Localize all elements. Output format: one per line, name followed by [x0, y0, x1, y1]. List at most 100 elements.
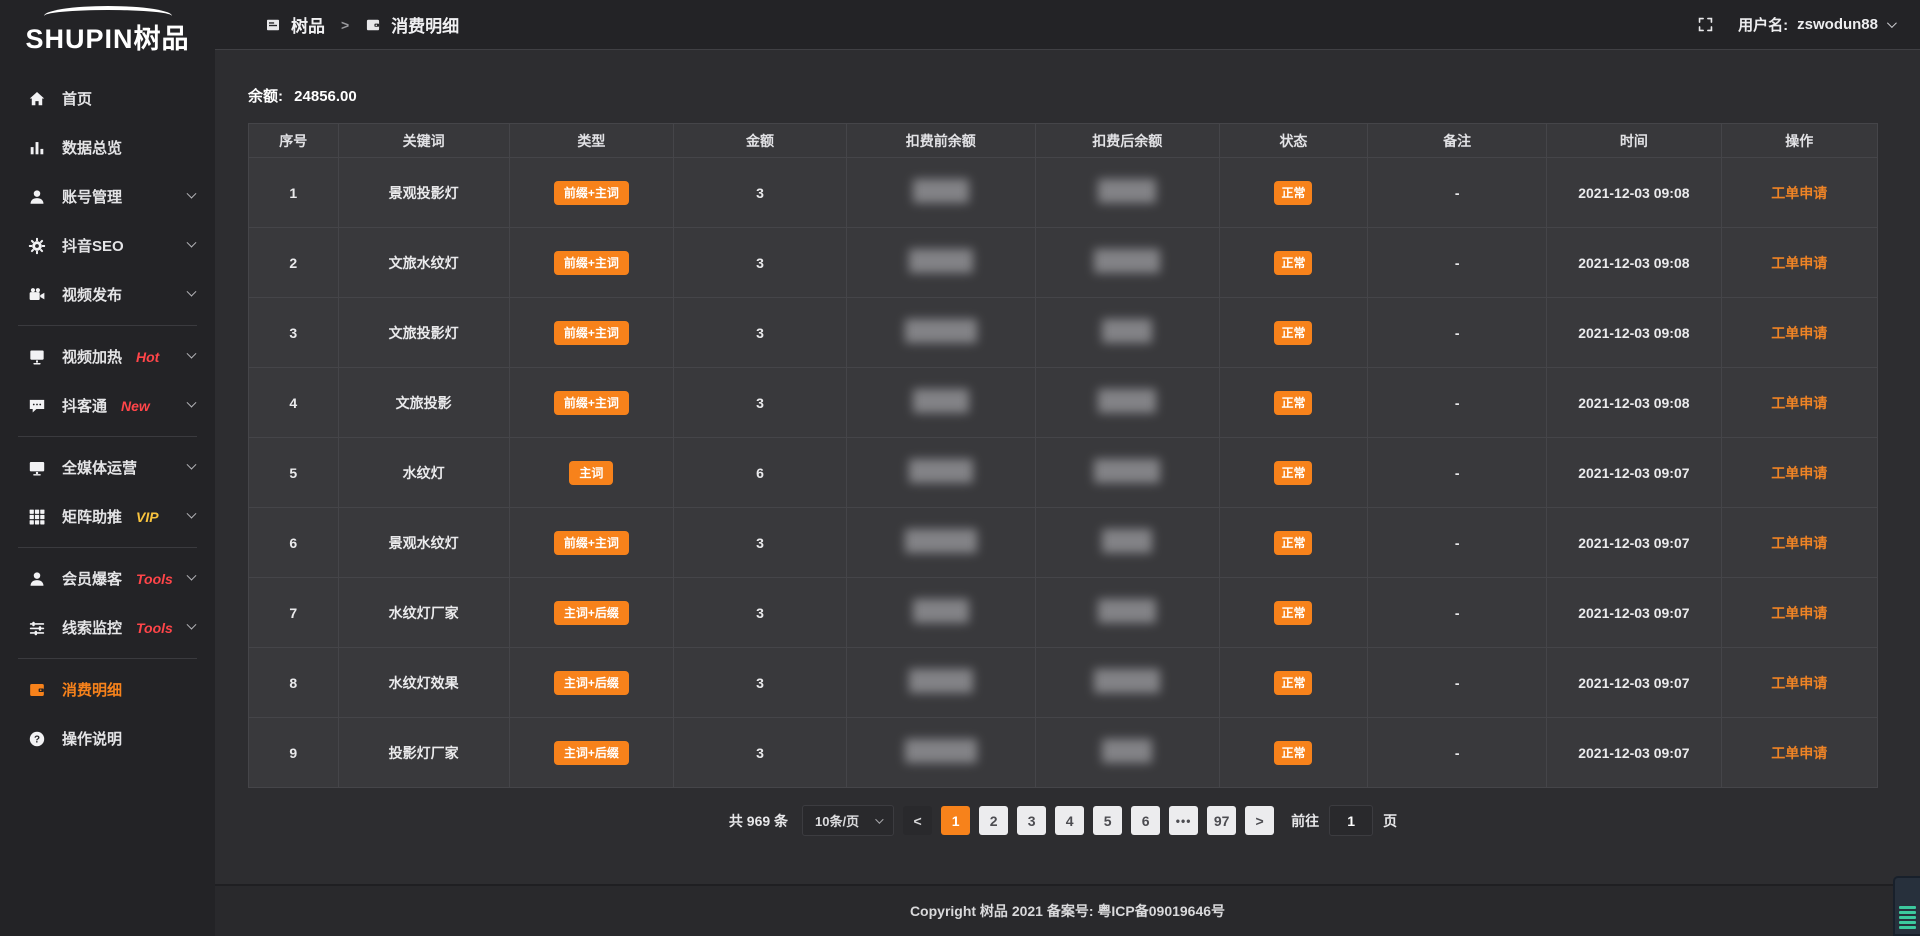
goto-page-input[interactable] [1329, 805, 1373, 836]
sidebar-menu: 首页数据总览账号管理抖音SEO视频发布视频加热Hot抖客通New 全媒体运营矩阵助… [0, 60, 215, 763]
sidebar-item-account-manage[interactable]: 账号管理 [0, 172, 215, 221]
cell-amount: 3 [674, 718, 847, 788]
goto-label: 前往 [1291, 811, 1319, 831]
sidebar-divider [18, 325, 197, 326]
cell-index: 9 [249, 718, 339, 788]
sidebar-item-matrix-boost[interactable]: 矩阵助推VIP [0, 492, 215, 541]
cell-keyword: 投影灯厂家 [338, 718, 509, 788]
table-row: 9投影灯厂家主词+后缀3正常-2021-12-03 09:07工单申请 [249, 718, 1878, 788]
floating-widget[interactable] [1893, 876, 1920, 936]
member-icon [27, 569, 47, 589]
status-badge: 正常 [1274, 531, 1312, 555]
sidebar-item-douketong[interactable]: 抖客通New [0, 381, 215, 430]
page-button-97[interactable]: 97 [1207, 806, 1236, 835]
cell-index: 1 [249, 158, 339, 228]
logo-text: SHUPIN树品 [12, 17, 203, 56]
monitor-icon [27, 458, 47, 478]
cell-index: 4 [249, 368, 339, 438]
balance-line: 余额: 24856.00 [248, 85, 1878, 106]
breadcrumb-home[interactable]: 树品 [291, 12, 325, 37]
column-header: 操作 [1721, 124, 1877, 158]
page-button-4[interactable]: 4 [1055, 806, 1084, 835]
sidebar-item-video-heat[interactable]: 视频加热Hot [0, 332, 215, 381]
work-order-link[interactable]: 工单申请 [1771, 255, 1827, 271]
chevron-down-icon [187, 620, 197, 630]
breadcrumb-separator: > [335, 17, 355, 33]
fullscreen-icon[interactable] [1697, 16, 1714, 33]
more-pages-button[interactable]: ••• [1169, 806, 1198, 835]
prev-page-button[interactable]: < [903, 806, 932, 835]
work-order-link[interactable]: 工单申请 [1771, 185, 1827, 201]
pagination-total: 共 969 条 [729, 811, 788, 831]
work-order-link[interactable]: 工单申请 [1771, 745, 1827, 761]
cell-type: 主词+后缀 [509, 578, 674, 648]
cell-type: 前缀+主词 [509, 508, 674, 578]
widget-stripe [1899, 921, 1916, 924]
page-size-select[interactable]: 10条/页 [802, 805, 894, 836]
status-badge: 正常 [1274, 671, 1312, 695]
sidebar-item-consume-detail[interactable]: 消费明细 [0, 665, 215, 714]
work-order-link[interactable]: 工单申请 [1771, 535, 1827, 551]
table-row: 1景观投影灯前缀+主词3正常-2021-12-03 09:08工单申请 [249, 158, 1878, 228]
page-button-6[interactable]: 6 [1131, 806, 1160, 835]
cell-pre-balance [846, 508, 1035, 578]
sidebar-item-media-operation[interactable]: 全媒体运营 [0, 443, 215, 492]
sidebar-item-operation-guide[interactable]: ?操作说明 [0, 714, 215, 763]
cell-action: 工单申请 [1721, 578, 1877, 648]
cell-time: 2021-12-03 09:07 [1547, 648, 1721, 718]
cell-note: - [1368, 158, 1547, 228]
sidebar-item-douyin-seo[interactable]: 抖音SEO [0, 221, 215, 270]
cell-index: 8 [249, 648, 339, 718]
logo-cn: 树品 [134, 24, 190, 54]
svg-text:?: ? [34, 734, 40, 745]
username-value: zswodun88 [1797, 16, 1878, 33]
work-order-link[interactable]: 工单申请 [1771, 395, 1827, 411]
type-badge: 主词+后缀 [554, 741, 629, 765]
censored-value [1102, 319, 1152, 343]
cell-amount: 3 [674, 298, 847, 368]
cell-keyword: 水纹灯厂家 [338, 578, 509, 648]
user-icon [27, 187, 47, 207]
sidebar-item-lead-monitor[interactable]: 线索监控Tools [0, 603, 215, 652]
sidebar-divider [18, 436, 197, 437]
work-order-link[interactable]: 工单申请 [1771, 605, 1827, 621]
censored-value [1094, 669, 1160, 693]
cell-pre-balance [846, 158, 1035, 228]
cell-note: - [1368, 578, 1547, 648]
cell-amount: 3 [674, 648, 847, 718]
cell-amount: 3 [674, 368, 847, 438]
logo-arc-decoration [44, 6, 172, 16]
sidebar-item-video-publish[interactable]: 视频发布 [0, 270, 215, 319]
user-dropdown[interactable]: 用户名: zswodun88 [1738, 14, 1894, 35]
sidebar-item-label: 首页 [62, 88, 92, 109]
brand-logo: SHUPIN树品 [0, 0, 215, 60]
work-order-link[interactable]: 工单申请 [1771, 675, 1827, 691]
logo-en: SHUPIN [25, 24, 133, 54]
page-button-3[interactable]: 3 [1017, 806, 1046, 835]
work-order-link[interactable]: 工单申请 [1771, 465, 1827, 481]
chevron-down-icon [875, 815, 883, 823]
cell-type: 前缀+主词 [509, 158, 674, 228]
cell-amount: 3 [674, 578, 847, 648]
cell-index: 3 [249, 298, 339, 368]
status-badge: 正常 [1274, 321, 1312, 345]
next-page-button[interactable]: > [1245, 806, 1274, 835]
topbar: 树品 > 消费明细 用户名: zswodun88 [215, 0, 1920, 50]
table-row: 7水纹灯厂家主词+后缀3正常-2021-12-03 09:07工单申请 [249, 578, 1878, 648]
page-button-5[interactable]: 5 [1093, 806, 1122, 835]
column-header: 时间 [1547, 124, 1721, 158]
censored-value [905, 319, 977, 343]
sidebar-item-home[interactable]: 首页 [0, 74, 215, 123]
page-button-1[interactable]: 1 [941, 806, 970, 835]
page-button-2[interactable]: 2 [979, 806, 1008, 835]
cell-amount: 3 [674, 228, 847, 298]
status-badge: 正常 [1274, 461, 1312, 485]
work-order-link[interactable]: 工单申请 [1771, 325, 1827, 341]
sidebar-item-member-burst[interactable]: 会员爆客Tools [0, 554, 215, 603]
sidebar-item-data-overview[interactable]: 数据总览 [0, 123, 215, 172]
pagination: 共 969 条 10条/页 < 123456•••97 > 前往 页 [248, 805, 1878, 836]
breadcrumb: 树品 > 消费明细 [265, 12, 459, 37]
cell-amount: 3 [674, 508, 847, 578]
consume-table: 序号关键词类型金额扣费前余额扣费后余额状态备注时间操作 1景观投影灯前缀+主词3… [248, 123, 1878, 788]
cell-type: 前缀+主词 [509, 298, 674, 368]
